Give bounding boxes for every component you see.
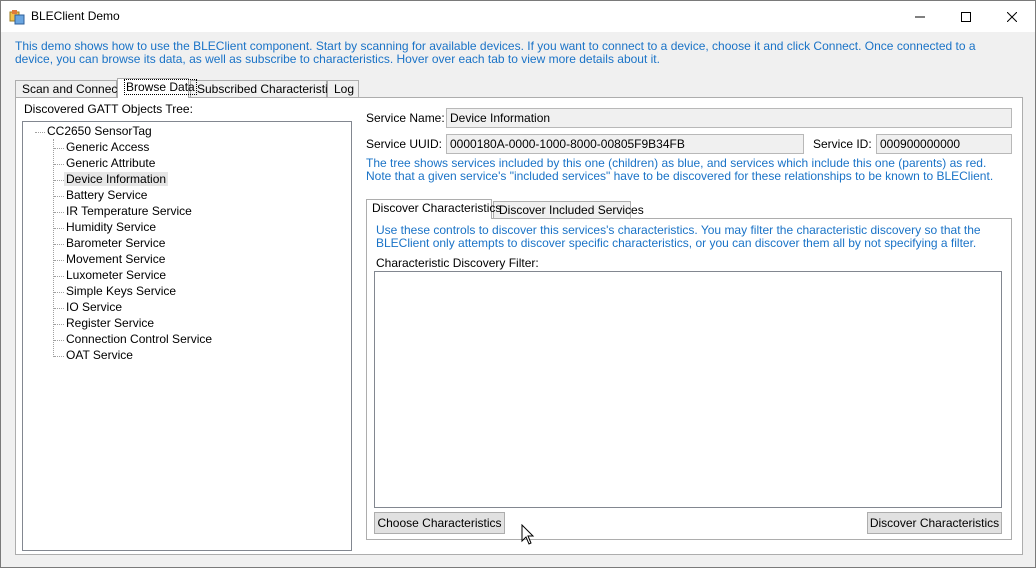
tree-item-label: Battery Service bbox=[66, 188, 148, 202]
tab-discover-included-services[interactable]: Discover Included Services bbox=[493, 201, 644, 219]
filter-label: Characteristic Discovery Filter: bbox=[376, 256, 539, 270]
service-id-label: Service ID: bbox=[813, 137, 872, 151]
tree-connector bbox=[54, 324, 64, 325]
gatt-tree[interactable]: CC2650 SensorTag Generic Access Generic … bbox=[22, 121, 352, 551]
tree-item-label: Movement Service bbox=[66, 252, 166, 266]
tree-connector bbox=[54, 180, 64, 181]
discover-characteristics-page: Use these controls to discover this serv… bbox=[366, 218, 1012, 540]
service-name-label: Service Name: bbox=[366, 111, 445, 125]
tab-label: Browse Data bbox=[124, 79, 197, 95]
tree-item[interactable]: Luxometer Service bbox=[66, 268, 166, 284]
tree-item-label: Luxometer Service bbox=[66, 268, 167, 282]
inner-tabs: Discover Characteristics Discover Includ… bbox=[366, 199, 1012, 219]
tree-item[interactable]: Generic Access bbox=[66, 140, 149, 156]
tree-connector bbox=[54, 196, 64, 197]
tree-item[interactable]: IR Temperature Service bbox=[66, 204, 192, 220]
service-name-field[interactable]: Device Information bbox=[446, 108, 1012, 128]
tab-discover-characteristics[interactable]: Discover Characteristics bbox=[366, 199, 501, 219]
service-note: The tree shows services included by this… bbox=[366, 156, 994, 183]
tree-connector bbox=[54, 244, 64, 245]
tree-item-label: OAT Service bbox=[66, 348, 133, 362]
tab-log[interactable]: Log bbox=[327, 80, 359, 98]
tab-label: Subscribed Characteristics bbox=[197, 82, 340, 96]
tree-item-label: IO Service bbox=[66, 300, 123, 314]
filter-textarea[interactable] bbox=[374, 271, 1002, 508]
app-icon bbox=[9, 10, 25, 25]
tree-item-selected[interactable]: Device Information bbox=[64, 172, 169, 188]
tree-item[interactable]: Humidity Service bbox=[66, 220, 156, 236]
tree-item[interactable]: Barometer Service bbox=[66, 236, 165, 252]
tree-heading: Discovered GATT Objects Tree: bbox=[24, 102, 193, 116]
close-icon bbox=[1007, 11, 1017, 22]
tab-subscribed-characteristics[interactable]: Subscribed Characteristics bbox=[190, 80, 340, 98]
discover-note: Use these controls to discover this serv… bbox=[376, 223, 981, 250]
maximize-icon bbox=[961, 11, 971, 22]
tree-connector bbox=[54, 356, 64, 357]
tab-scan-and-connect[interactable]: Scan and Connect bbox=[15, 80, 121, 98]
tree-item-label: IR Temperature Service bbox=[66, 204, 192, 218]
tree-item-label: Register Service bbox=[66, 316, 155, 330]
tree-connector bbox=[54, 340, 64, 341]
tree-connector bbox=[54, 292, 64, 293]
minimize-button[interactable] bbox=[897, 1, 943, 32]
intro-text: This demo shows how to use the BLEClient… bbox=[15, 39, 976, 66]
tree-connector bbox=[35, 132, 45, 133]
tree-item[interactable]: OAT Service bbox=[66, 348, 133, 364]
tree-connector bbox=[54, 308, 64, 309]
choose-characteristics-button[interactable]: Choose Characteristics bbox=[374, 512, 505, 534]
service-uuid-label: Service UUID: bbox=[366, 137, 443, 151]
tree-connector bbox=[54, 212, 64, 213]
minimize-icon bbox=[915, 16, 925, 17]
mouse-cursor-icon bbox=[521, 524, 535, 545]
tree-item[interactable]: Connection Control Service bbox=[66, 332, 212, 348]
tab-label: Log bbox=[334, 82, 355, 96]
tree-item-label: Generic Access bbox=[66, 140, 150, 154]
maximize-button[interactable] bbox=[943, 1, 989, 32]
title-bar[interactable]: BLEClient Demo bbox=[1, 1, 1035, 32]
app-window: BLEClient Demo This demo shows how to us… bbox=[0, 0, 1036, 568]
window-title: BLEClient Demo bbox=[31, 9, 120, 23]
tab-browse-data[interactable]: Browse Data bbox=[117, 78, 197, 98]
tree-root-item[interactable]: CC2650 SensorTag bbox=[47, 124, 152, 140]
tree-connector bbox=[54, 148, 64, 149]
tree-connector bbox=[54, 164, 64, 165]
discover-characteristics-button[interactable]: Discover Characteristics bbox=[867, 512, 1002, 534]
tree-item[interactable]: Movement Service bbox=[66, 252, 165, 268]
close-button[interactable] bbox=[989, 1, 1035, 32]
tree-item[interactable]: IO Service bbox=[66, 300, 122, 316]
tree-item[interactable]: Battery Service bbox=[66, 188, 147, 204]
tree-connector bbox=[54, 228, 64, 229]
service-id-field[interactable]: 000900000000 bbox=[876, 134, 1012, 154]
tab-label: Scan and Connect bbox=[22, 82, 121, 96]
tree-item-label: CC2650 SensorTag bbox=[47, 124, 152, 138]
tree-item-label: Connection Control Service bbox=[66, 332, 213, 346]
browse-data-page: Discovered GATT Objects Tree: CC2650 Sen… bbox=[15, 97, 1023, 555]
tree-connector bbox=[54, 276, 64, 277]
tree-item-label: Simple Keys Service bbox=[66, 284, 177, 298]
service-uuid-field[interactable]: 0000180A-0000-1000-8000-00805F9B34FB bbox=[446, 134, 804, 154]
tree-item-label: Generic Attribute bbox=[66, 156, 156, 170]
tree-item[interactable]: Generic Attribute bbox=[66, 156, 155, 172]
tree-item-label: Device Information bbox=[64, 172, 169, 186]
tree-item[interactable]: Simple Keys Service bbox=[66, 284, 176, 300]
tree-item-label: Barometer Service bbox=[66, 236, 166, 250]
tree-connector bbox=[54, 260, 64, 261]
tab-label: Discover Characteristics bbox=[372, 201, 502, 215]
tab-label: Discover Included Services bbox=[499, 203, 644, 217]
tree-item[interactable]: Register Service bbox=[66, 316, 154, 332]
tree-item-label: Humidity Service bbox=[66, 220, 157, 234]
